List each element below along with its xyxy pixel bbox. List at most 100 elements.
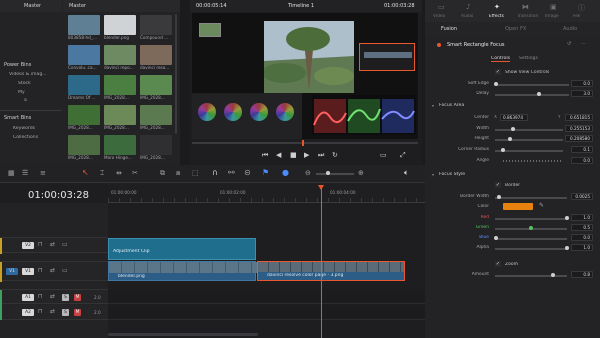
show-view-controls-checkbox[interactable]: ✓ — [495, 69, 501, 75]
track-name-v2[interactable]: V2 — [22, 242, 34, 249]
auto-select-icon[interactable]: ⇄ — [50, 293, 55, 300]
timeline-name[interactable]: Timeline 1 — [288, 3, 314, 9]
track-options-icon[interactable]: ≡ — [40, 169, 46, 177]
viewer-playhead[interactable] — [302, 140, 304, 146]
tab-audio-icon[interactable]: ♪ — [466, 3, 470, 11]
lock-icon[interactable]: ⊓ — [38, 267, 43, 274]
audio-speaker-icon[interactable]: 🔈︎ — [404, 168, 409, 178]
soft-edge-field[interactable]: 0.0 — [571, 80, 593, 87]
audio-lane-a1[interactable] — [108, 289, 425, 304]
timeline-ruler[interactable]: 01:00:00:00 01:00:02:00 01:00:04:00 — [108, 183, 425, 203]
tab-video[interactable]: Video — [433, 14, 445, 19]
tab-audio[interactable]: Audio — [461, 14, 473, 19]
corner-radius-knob[interactable] — [501, 148, 505, 152]
bin-item[interactable]: My — [18, 90, 25, 95]
snapping-icon[interactable]: ∩ — [212, 168, 218, 177]
overwrite-clip-icon[interactable]: ⧈ — [176, 169, 180, 178]
effect-enable-icon[interactable] — [437, 43, 441, 47]
tab-effects-icon[interactable]: ✦ — [494, 3, 500, 11]
timeline-scrollbar[interactable] — [108, 333, 258, 336]
tab-transition[interactable]: Transition — [517, 14, 538, 19]
viewer-scrubber[interactable] — [192, 142, 418, 144]
play-icon[interactable]: ▶ — [304, 151, 309, 159]
clip-thumbnail[interactable]: davinci reso... — [140, 45, 176, 70]
auto-select-icon[interactable]: ⇄ — [50, 241, 55, 248]
source-patch-v1[interactable]: V1 — [6, 268, 18, 275]
tab-effects[interactable]: Effects — [489, 14, 504, 19]
border-width-knob[interactable] — [497, 195, 501, 199]
clip-davinci-color-page[interactable]: davinci resolve color page - 3.png — [257, 261, 405, 281]
replace-clip-icon[interactable]: ⬚ — [192, 169, 199, 177]
lock-icon[interactable]: ⊓ — [38, 293, 43, 300]
audio-lane-a2[interactable] — [108, 305, 425, 320]
focus-style-header[interactable]: Focus Style — [439, 172, 465, 177]
bin-item[interactable]: a — [24, 98, 27, 103]
chevron-down-icon[interactable]: ▾ — [432, 172, 434, 177]
mute-button[interactable]: M — [74, 294, 81, 301]
delay-field[interactable]: 3.0 — [571, 90, 593, 97]
smart-bin-collections[interactable]: Collections — [13, 135, 38, 140]
clip-thumbnail[interactable]: IMG_2028... — [140, 75, 176, 100]
solo-button[interactable]: S — [62, 294, 69, 301]
tab-settings[interactable]: Settings — [519, 56, 538, 61]
smart-bin-keywords[interactable]: Keywords — [13, 126, 35, 131]
clip-thumbnail[interactable]: IMG_2028... — [104, 105, 140, 130]
clip-thumbnail[interactable]: IMG_2028... — [140, 135, 176, 160]
mute-button[interactable]: M — [74, 309, 81, 316]
zoom-checkbox[interactable]: ✓ — [495, 261, 501, 267]
tab-controls[interactable]: Controls — [491, 56, 510, 62]
play-reverse-icon[interactable]: ◀ — [276, 151, 281, 159]
tab-file-icon[interactable]: ⓘ — [578, 3, 585, 13]
border-width-field[interactable]: 0.0025 — [571, 193, 593, 200]
tab-image-icon[interactable]: ▣ — [550, 3, 557, 11]
clip-thumbnail[interactable]: Compound ... — [140, 15, 176, 40]
list-icon[interactable]: ☰ — [22, 169, 28, 177]
flag-icon[interactable]: ⚑ — [262, 168, 269, 177]
clip-thumbnail[interactable]: davinci repo... — [104, 45, 140, 70]
amount-field[interactable]: 0.8 — [571, 271, 593, 278]
auto-select-icon[interactable]: ⇄ — [50, 267, 55, 274]
zoom-slider[interactable] — [316, 173, 354, 175]
red-field[interactable]: 1.0 — [571, 214, 593, 221]
clip-thumbnail[interactable]: IMG_2028... — [68, 105, 104, 130]
tab-image[interactable]: Image — [545, 14, 559, 19]
bin-item[interactable]: Videos & imag... — [9, 72, 47, 77]
clip-thumbnail[interactable]: blender.png — [104, 15, 140, 40]
delay-slider[interactable] — [495, 94, 569, 96]
trim-tool-icon[interactable]: ⌶ — [100, 169, 104, 178]
subtab-openfx[interactable]: Open FX — [505, 26, 526, 32]
green-field[interactable]: 0.5 — [571, 224, 593, 231]
auto-select-icon[interactable]: ⇄ — [50, 308, 55, 315]
center-x-field[interactable]: 0.863974 — [500, 114, 528, 121]
height-knob[interactable] — [508, 137, 512, 141]
position-lock-icon[interactable]: ⊝ — [244, 168, 251, 177]
zoom-slider-knob[interactable] — [326, 171, 330, 175]
center-y-field[interactable]: 0.651815 — [565, 114, 593, 121]
zoom-in-icon[interactable]: ⊕ — [358, 169, 364, 177]
tab-transition-icon[interactable]: ⧓ — [522, 3, 529, 11]
playhead-handle[interactable] — [318, 185, 324, 190]
green-knob[interactable] — [529, 226, 533, 230]
width-slider[interactable] — [495, 129, 563, 131]
amount-slider[interactable] — [495, 275, 567, 277]
width-field[interactable]: 0.255153 — [565, 125, 593, 132]
focus-area-header[interactable]: Focus Area — [439, 103, 464, 108]
height-slider[interactable] — [495, 139, 563, 141]
height-field[interactable]: 0.208580 — [565, 135, 593, 142]
red-knob[interactable] — [565, 216, 569, 220]
link-icon[interactable]: ⚯ — [228, 168, 235, 177]
viewer-frame[interactable] — [192, 13, 418, 139]
track-name-a1[interactable]: A1 — [22, 294, 34, 301]
corner-radius-field[interactable]: 0.1 — [571, 146, 593, 153]
tab-file[interactable]: File — [573, 14, 580, 19]
selection-tool-icon[interactable]: ↖ — [82, 168, 89, 177]
chevron-down-icon[interactable]: ▾ — [432, 103, 434, 108]
alpha-slider[interactable] — [495, 248, 567, 250]
focus-rectangle[interactable] — [359, 43, 415, 71]
bin-item[interactable]: Stock — [18, 81, 31, 86]
clip-thumbnail[interactable]: Dreams Of ... — [68, 75, 104, 100]
loop-icon[interactable]: ↻ — [332, 151, 338, 159]
soft-edge-slider[interactable] — [495, 84, 569, 86]
soft-edge-knob[interactable] — [494, 82, 498, 86]
visibility-icon[interactable]: ▭ — [62, 267, 68, 274]
